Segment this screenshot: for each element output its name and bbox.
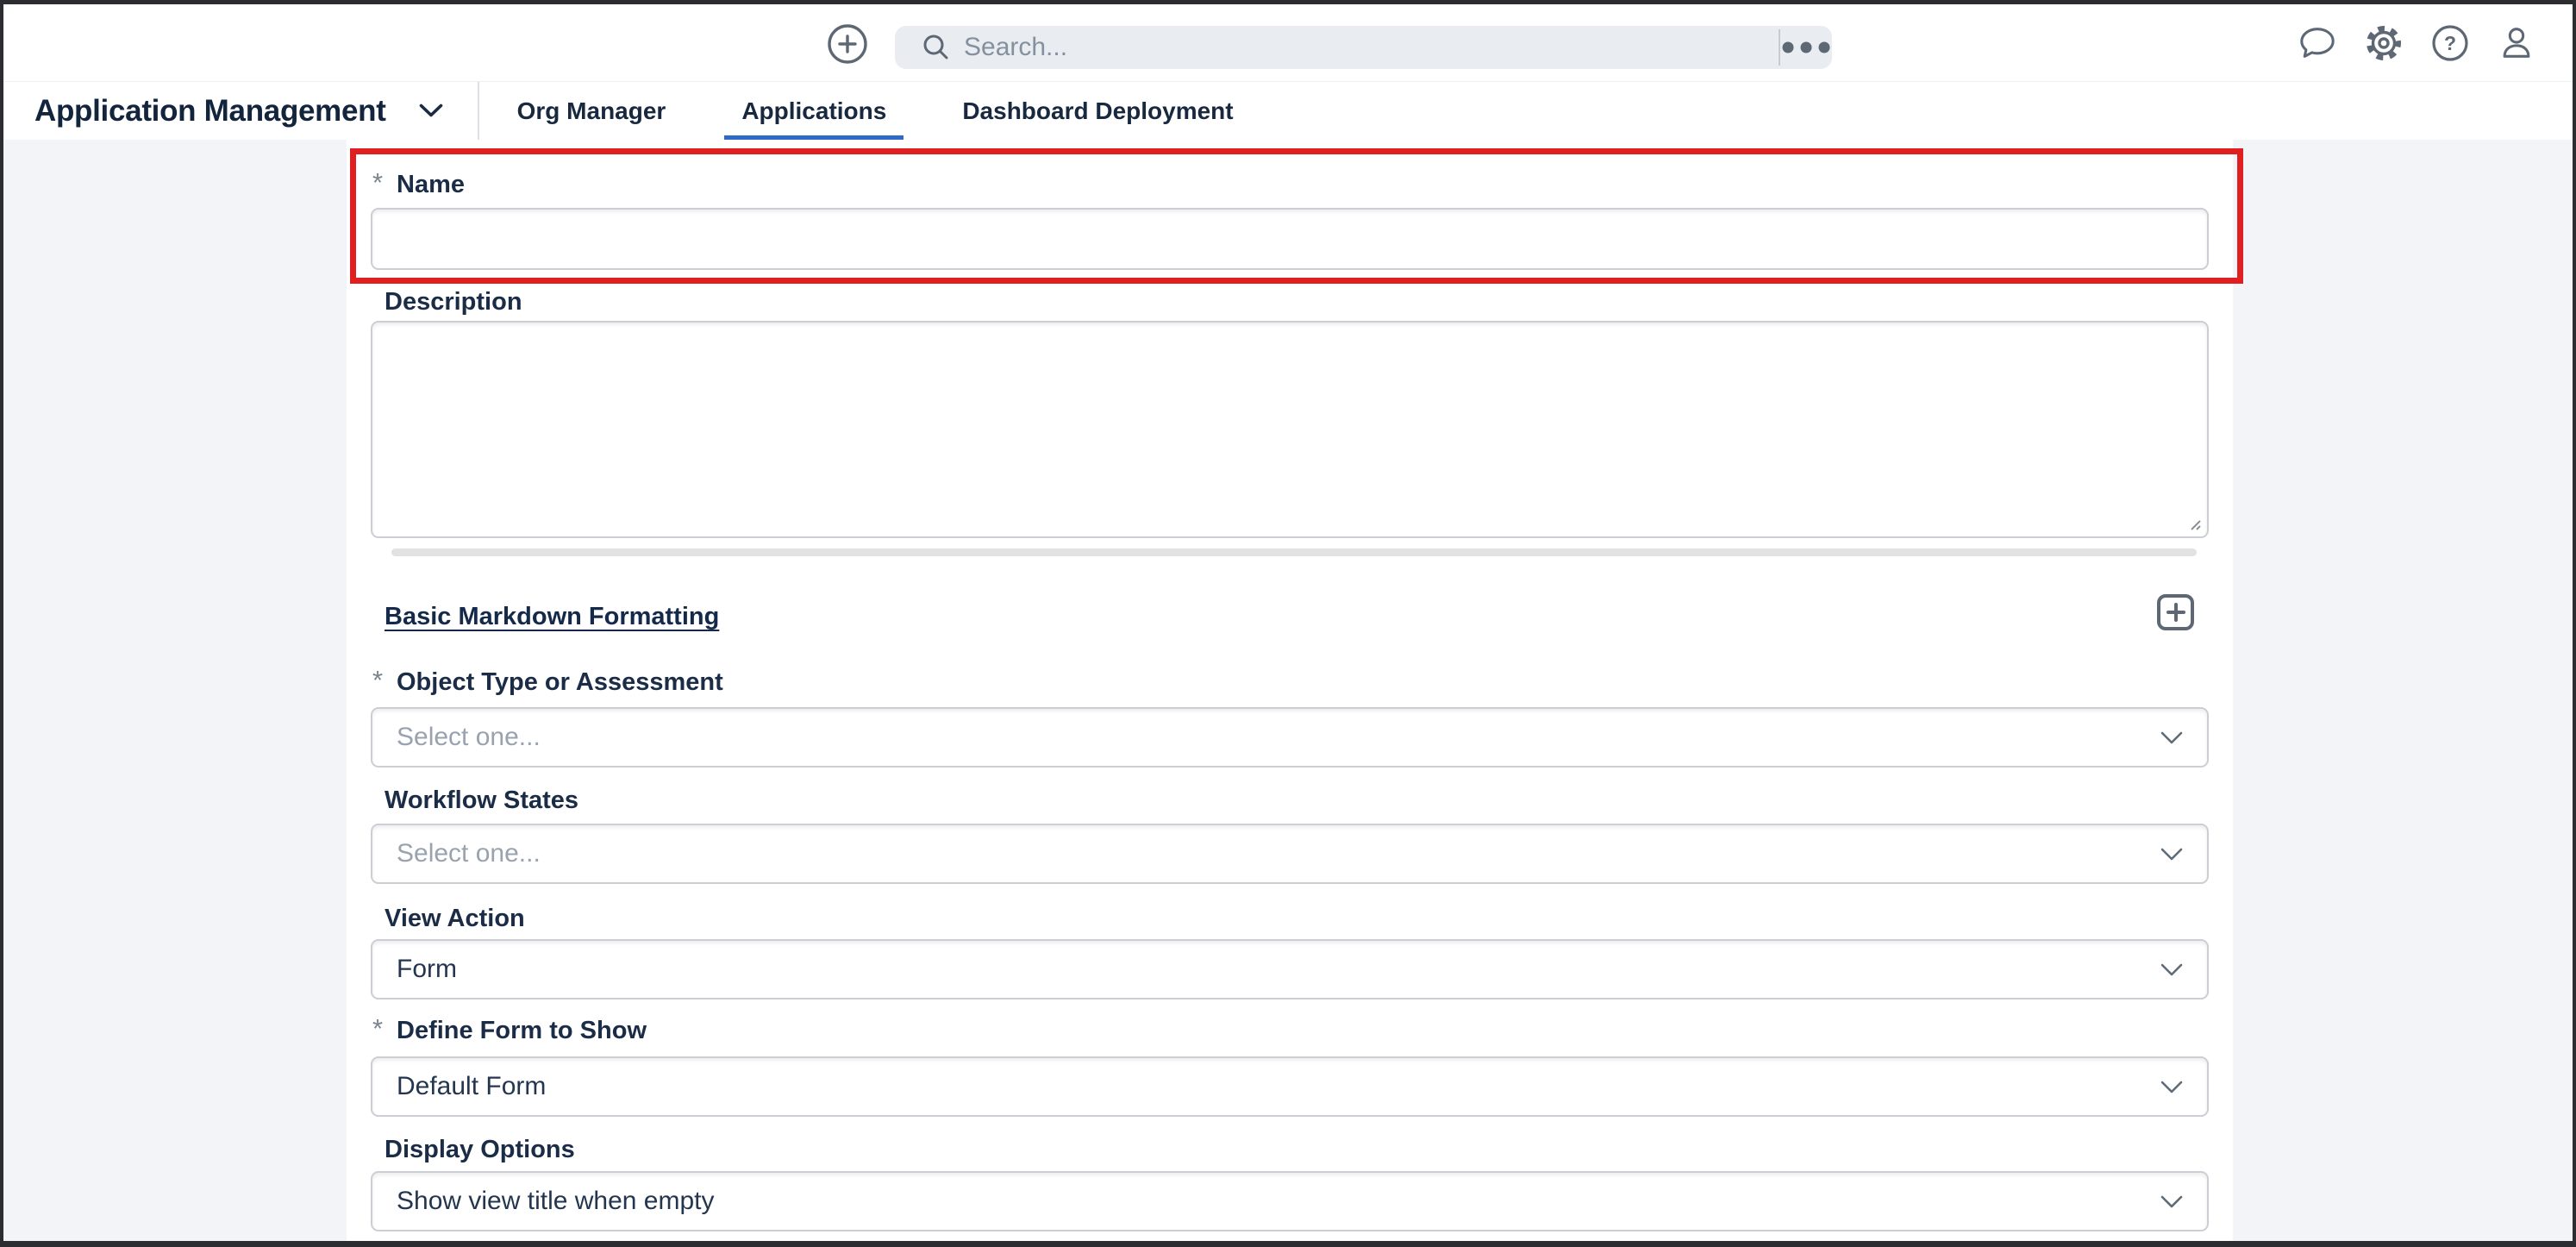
required-asterisk: * [372, 170, 391, 196]
view-action-label-row: View Action [372, 904, 525, 933]
messages-button[interactable] [2298, 23, 2337, 63]
search-input[interactable] [952, 33, 1779, 62]
object-type-select[interactable]: Select one... [371, 707, 2209, 768]
form-panel: * Name Description Basic M [347, 140, 2233, 1241]
chat-bubble-icon [2298, 23, 2337, 63]
tab-org-manager[interactable]: Org Manager [479, 82, 704, 140]
create-new-button[interactable] [825, 22, 870, 66]
workflow-states-label-row: Workflow States [372, 786, 578, 815]
markdown-formatting-link[interactable]: Basic Markdown Formatting [385, 603, 719, 631]
user-icon [2497, 23, 2536, 63]
view-action-label: View Action [385, 904, 525, 933]
display-options-label-row: Display Options [372, 1135, 575, 1164]
plus-icon [2166, 603, 2185, 622]
required-asterisk: * [372, 1016, 391, 1042]
plus-circle-icon [826, 22, 869, 66]
description-field [371, 321, 2209, 538]
help-button[interactable]: ? [2430, 23, 2470, 63]
name-label-row: * Name [372, 170, 465, 199]
gear-icon [2364, 23, 2404, 63]
top-bar-actions: ? [2298, 4, 2536, 82]
workflow-states-label: Workflow States [385, 786, 578, 815]
tab-applications[interactable]: Applications [703, 82, 924, 140]
search-icon [921, 32, 952, 63]
page-title: Application Management [34, 94, 386, 128]
settings-button[interactable] [2364, 23, 2404, 63]
markdown-link-row: Basic Markdown Formatting [385, 603, 719, 631]
chevron-down-icon [2160, 1195, 2183, 1208]
chevron-down-icon [419, 103, 443, 118]
display-options-label: Display Options [385, 1135, 575, 1164]
display-options-value: Show view title when empty [372, 1187, 2160, 1216]
define-form-select[interactable]: Default Form [371, 1056, 2209, 1117]
help-glyph: ? [2444, 32, 2456, 54]
description-textarea[interactable] [372, 323, 2207, 536]
horizontal-scrollbar[interactable] [391, 548, 2197, 556]
workflow-states-placeholder: Select one... [372, 839, 2160, 868]
object-type-label: Object Type or Assessment [397, 667, 723, 697]
name-input[interactable] [372, 210, 2207, 268]
workflow-states-select[interactable]: Select one... [371, 824, 2209, 884]
ellipsis-icon [1782, 41, 1830, 53]
question-circle-icon: ? [2430, 23, 2470, 63]
add-section-button[interactable] [2157, 594, 2194, 630]
required-asterisk: * [372, 667, 391, 693]
name-field [371, 208, 2209, 270]
display-options-select[interactable]: Show view title when empty [371, 1171, 2209, 1231]
chevron-down-icon [2160, 848, 2183, 861]
define-form-label-row: * Define Form to Show [372, 1016, 647, 1045]
tab-dashboard-deployment[interactable]: Dashboard Deployment [924, 82, 1271, 140]
chevron-down-icon [2160, 1081, 2183, 1093]
description-label: Description [385, 287, 522, 316]
chevron-down-icon [2160, 963, 2183, 976]
object-type-placeholder: Select one... [372, 723, 2160, 752]
resize-handle-icon[interactable] [2186, 516, 2202, 531]
account-button[interactable] [2497, 23, 2536, 63]
tab-bar: Org Manager Applications Dashboard Deplo… [479, 82, 1272, 140]
global-search-bar [895, 26, 1832, 69]
chevron-down-icon [2160, 731, 2183, 744]
search-options-button[interactable] [1780, 26, 1832, 69]
app-window: ? Application Management [0, 0, 2576, 1247]
description-label-row: Description [372, 287, 522, 316]
object-type-label-row: * Object Type or Assessment [372, 667, 723, 697]
define-form-value: Default Form [372, 1072, 2160, 1101]
app-switcher[interactable]: Application Management [3, 94, 443, 128]
define-form-label: Define Form to Show [397, 1016, 647, 1045]
view-action-value: Form [372, 955, 2160, 984]
nav-row: Application Management Org Manager Appli… [3, 82, 2573, 140]
name-label: Name [397, 170, 465, 199]
content-area: * Name Description Basic M [3, 140, 2573, 1241]
top-bar: ? [3, 4, 2573, 82]
view-action-select[interactable]: Form [371, 939, 2209, 999]
